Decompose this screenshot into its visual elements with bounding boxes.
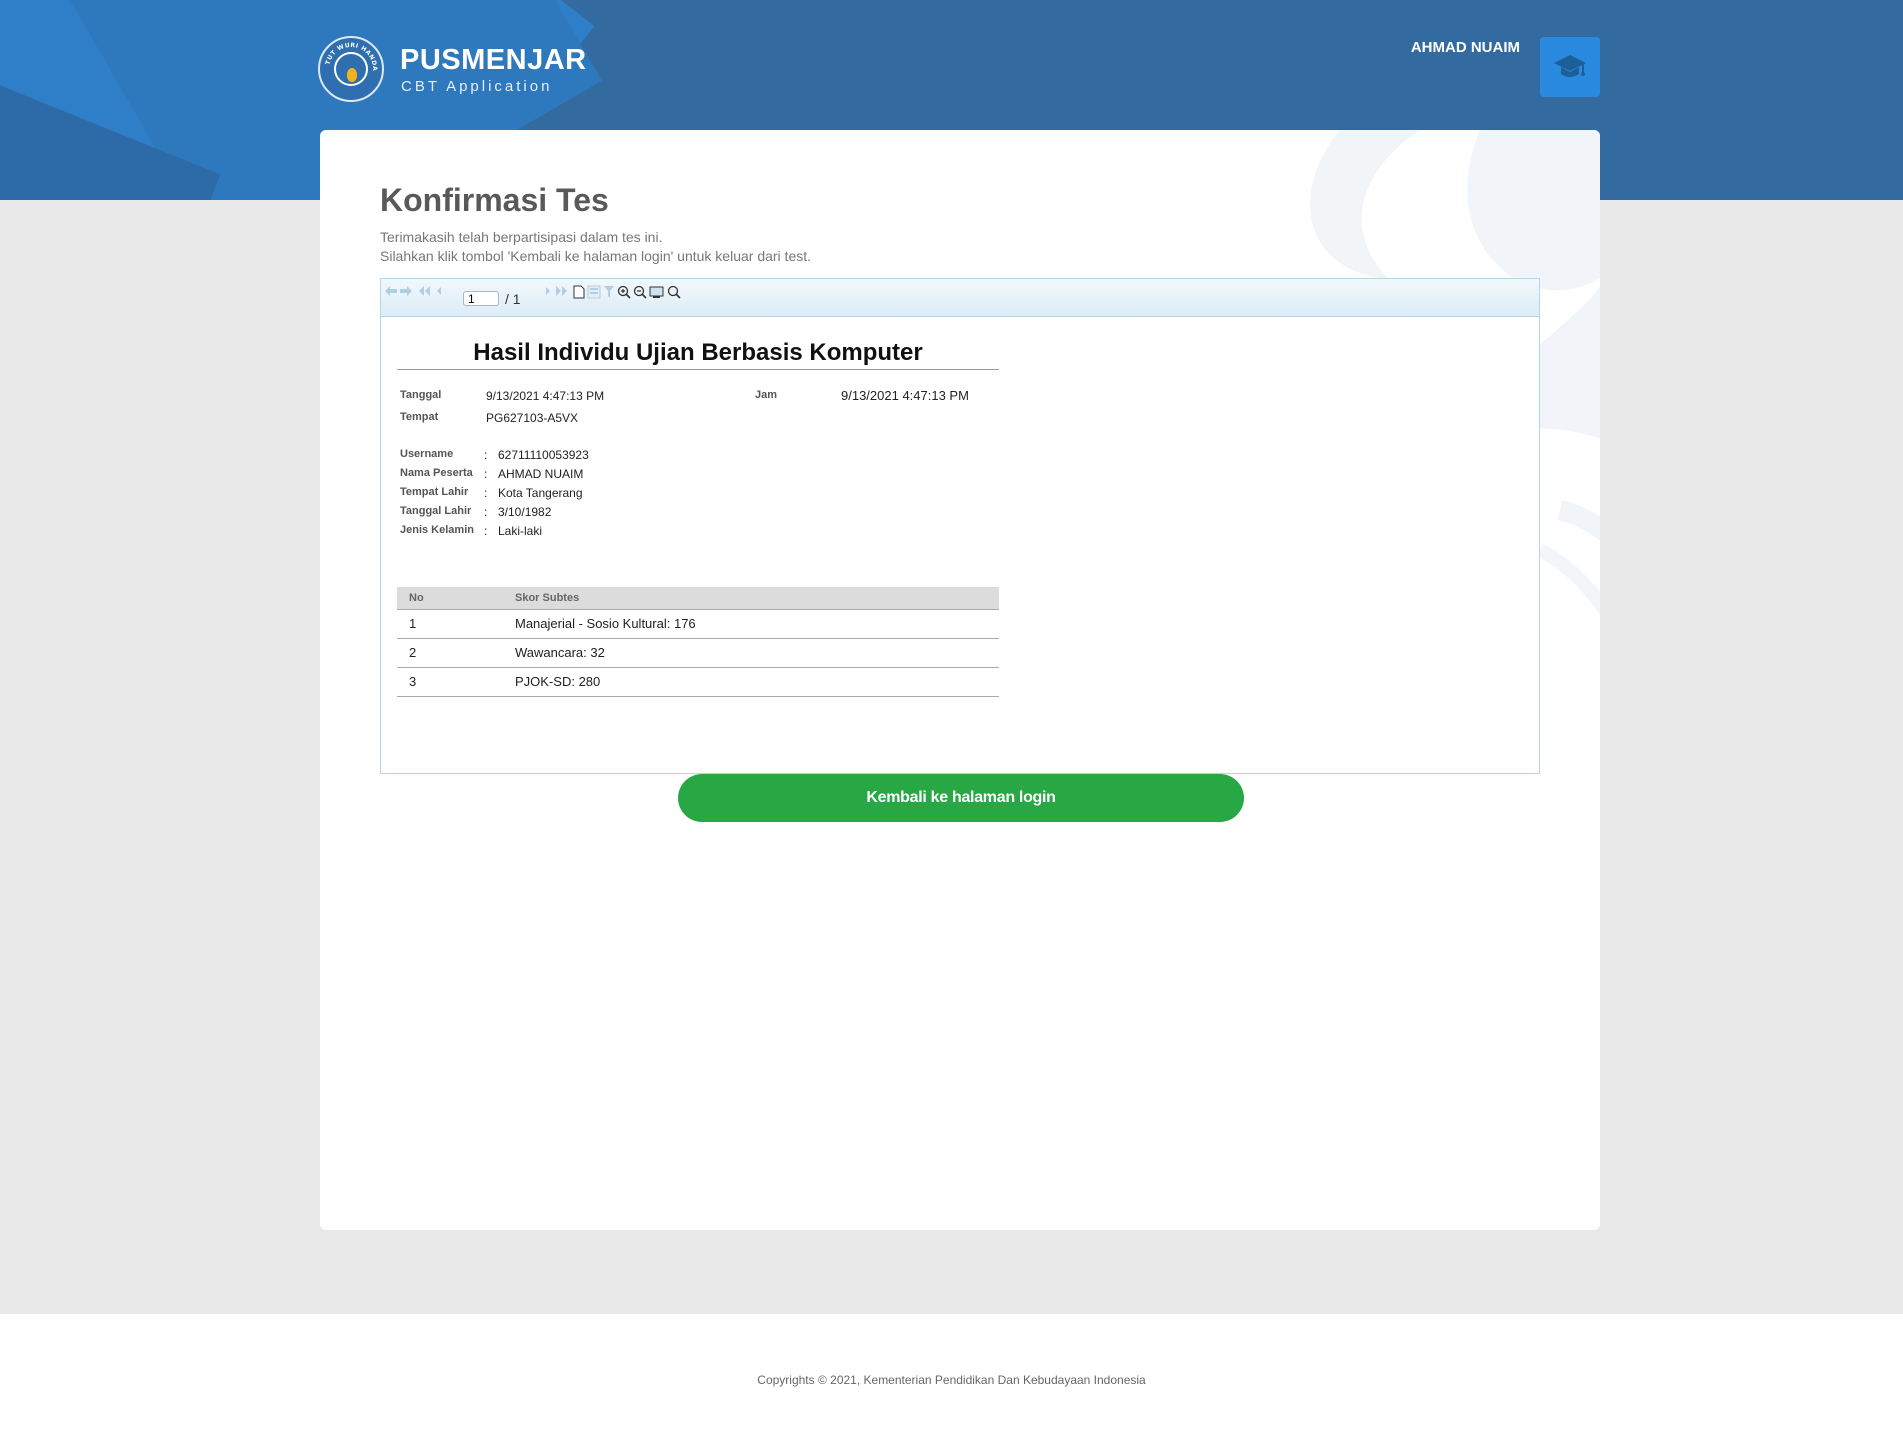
field-separator: : bbox=[484, 448, 488, 462]
zoom-out-icon[interactable] bbox=[633, 285, 647, 299]
table-row: 2 Wawancara: 32 bbox=[397, 639, 999, 668]
user-name: AHMAD NUAIM bbox=[1410, 39, 1520, 56]
tempat-value: PG627103-A5VX bbox=[486, 411, 579, 425]
username-label: Username bbox=[400, 448, 454, 460]
tanggal-label: Tanggal bbox=[400, 389, 442, 401]
footer: Copyrights © 2021, Kementerian Pendidika… bbox=[0, 1314, 1903, 1443]
back-to-login-button[interactable]: Kembali ke halaman login bbox=[678, 774, 1244, 822]
row-no: 1 bbox=[409, 616, 417, 631]
tempat-label: Tempat bbox=[400, 411, 439, 423]
nama-peserta-label: Nama Peserta bbox=[400, 467, 473, 479]
jenis-kelamin-label: Jenis Kelamin bbox=[400, 524, 474, 536]
thank-you-text: Terimakasih telah berpartisipasi dalam t… bbox=[380, 229, 663, 245]
app-subtitle: CBT Application bbox=[401, 78, 553, 95]
row-skor: Manajerial - Sosio Kultural: 176 bbox=[515, 616, 696, 631]
confirmation-message: Terimakasih telah berpartisipasi dalam t… bbox=[380, 228, 811, 266]
filter-icon[interactable] bbox=[603, 285, 615, 299]
tempat-lahir-value: Kota Tangerang bbox=[498, 486, 583, 500]
jenis-kelamin-value: Laki-laki bbox=[498, 524, 543, 538]
next-page-icon[interactable] bbox=[543, 285, 553, 297]
user-menu-button[interactable] bbox=[1540, 37, 1600, 97]
table-row: 3 PJOK-SD: 280 bbox=[397, 668, 999, 697]
field-separator: : bbox=[484, 524, 488, 538]
report-title: Hasil Individu Ujian Berbasis Komputer bbox=[397, 339, 999, 370]
content-card: Konfirmasi Tes Terimakasih telah berpart… bbox=[320, 130, 1600, 1230]
tut-wuri-handayani-emblem-icon: TUT WURI HANDAYANI bbox=[318, 36, 384, 102]
tanggal-value: 9/13/2021 4:47:13 PM bbox=[486, 389, 605, 403]
report-toolbar: / 1 bbox=[381, 279, 1539, 317]
document-icon[interactable] bbox=[573, 285, 585, 299]
prev-page-icon[interactable] bbox=[434, 285, 444, 297]
graduation-cap-icon bbox=[1554, 55, 1586, 77]
row-skor: Wawancara: 32 bbox=[515, 645, 605, 660]
table-header: No Skor Subtes bbox=[397, 587, 999, 610]
page-number-input[interactable] bbox=[463, 291, 499, 306]
tempat-lahir-label: Tempat Lahir bbox=[400, 486, 469, 498]
print-icon[interactable] bbox=[649, 285, 665, 299]
nama-peserta-value: AHMAD NUAIM bbox=[498, 467, 584, 481]
username-value: 62711110053923 bbox=[498, 448, 589, 462]
row-no: 3 bbox=[409, 674, 417, 689]
row-no: 2 bbox=[409, 645, 417, 660]
field-separator: : bbox=[484, 505, 488, 519]
score-table: No Skor Subtes 1 Manajerial - Sosio Kult… bbox=[397, 587, 999, 697]
first-page-icon[interactable] bbox=[417, 285, 431, 297]
tanggal-lahir-label: Tanggal Lahir bbox=[400, 505, 472, 517]
column-header-skor-subtes: Skor Subtes bbox=[515, 592, 580, 604]
jam-value: 9/13/2021 4:47:13 PM bbox=[841, 388, 969, 403]
export-icon[interactable] bbox=[587, 285, 601, 299]
page-total: / 1 bbox=[505, 291, 521, 307]
last-page-icon[interactable] bbox=[555, 285, 569, 297]
column-header-no: No bbox=[409, 592, 424, 604]
app-name: PUSMENJAR bbox=[400, 44, 587, 76]
redo-icon[interactable] bbox=[399, 285, 413, 297]
field-separator: : bbox=[484, 486, 488, 500]
report-viewer: / 1 Hasil Individu Ujian Berbasis Komput… bbox=[380, 278, 1540, 774]
field-separator: : bbox=[484, 467, 488, 481]
undo-icon[interactable] bbox=[384, 285, 398, 297]
row-skor: PJOK-SD: 280 bbox=[515, 674, 601, 689]
table-row: 1 Manajerial - Sosio Kultural: 176 bbox=[397, 610, 999, 639]
tanggal-lahir-value: 3/10/1982 bbox=[498, 505, 552, 519]
copyright-text: Copyrights © 2021, Kementerian Pendidika… bbox=[757, 1373, 1146, 1387]
jam-label: Jam bbox=[755, 389, 778, 401]
instruction-text: Silahkan klik tombol 'Kembali ke halaman… bbox=[380, 248, 812, 264]
zoom-in-icon[interactable] bbox=[617, 285, 631, 299]
page-title: Konfirmasi Tes bbox=[380, 182, 609, 218]
search-icon[interactable] bbox=[667, 285, 681, 299]
